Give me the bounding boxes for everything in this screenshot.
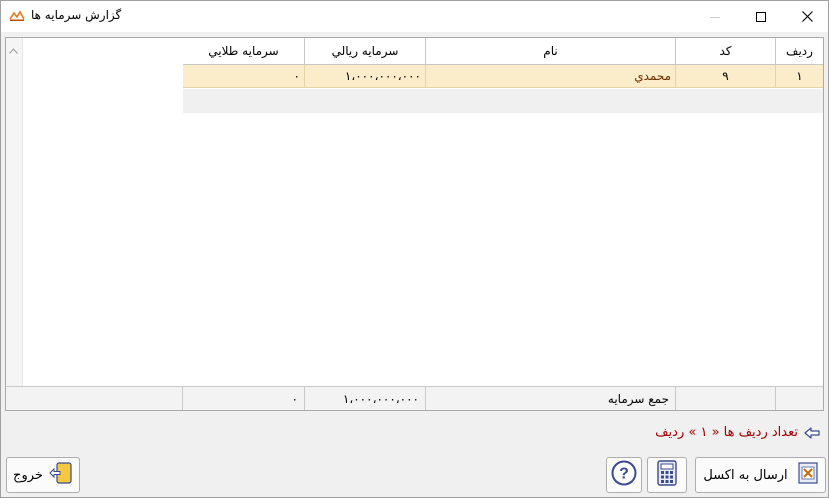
cell-name[interactable]: محمدي: [426, 65, 676, 88]
exit-label: خروج: [13, 467, 43, 483]
footer-empty: [6, 387, 183, 410]
minimize-icon: [710, 12, 720, 22]
maximize-button[interactable]: [738, 1, 784, 32]
close-icon: [801, 11, 813, 22]
excel-label: ارسال به اکسل: [703, 467, 788, 483]
footer-label: جمع سرمايه: [426, 387, 676, 410]
vertical-scrollbar[interactable]: [6, 38, 23, 408]
svg-text:?: ?: [619, 466, 629, 483]
report-window: گزارش سرمايه ها سرمايه طلايي سرمايه ريال…: [0, 0, 829, 498]
cell-row-number[interactable]: ١: [776, 65, 823, 88]
cell-code[interactable]: ٩: [676, 65, 776, 88]
column-header-name[interactable]: نام: [426, 38, 676, 65]
column-header-row[interactable]: رديف: [776, 38, 823, 65]
row-count-text: تعداد رديف ها « ١ » رديف: [655, 425, 798, 440]
calculator-button[interactable]: [647, 457, 687, 493]
help-icon: ?: [611, 460, 637, 490]
grid-empty-area: [23, 38, 183, 386]
column-header-rial[interactable]: سرمايه ريالي: [305, 38, 426, 65]
footer-rial-total: ١،٠٠٠،٠٠٠،٠٠٠: [305, 387, 426, 410]
footer-gold-total: ٠: [183, 387, 305, 410]
column-header-gold[interactable]: سرمايه طلايي: [183, 38, 305, 65]
excel-icon: [798, 462, 818, 488]
exit-button[interactable]: خروج: [6, 457, 80, 493]
cell-rial[interactable]: ١،٠٠٠،٠٠٠،٠٠٠: [305, 65, 426, 88]
minimize-button[interactable]: [692, 1, 738, 32]
scroll-up-icon[interactable]: [9, 43, 18, 57]
calculator-icon: [657, 460, 677, 490]
cell-gold[interactable]: ٠: [183, 65, 305, 88]
window-title: گزارش سرمايه ها: [31, 8, 122, 22]
app-logo-icon: [9, 10, 25, 22]
arrow-left-icon: [804, 426, 820, 439]
report-grid[interactable]: سرمايه طلايي سرمايه ريالي نام کد رديف ٠ …: [5, 37, 824, 411]
footer-code-empty: [676, 387, 776, 410]
export-excel-button[interactable]: ارسال به اکسل: [695, 457, 826, 493]
help-button[interactable]: ?: [606, 457, 642, 493]
row-count-status: تعداد رديف ها « ١ » رديف: [652, 425, 820, 440]
new-row-placeholder[interactable]: [183, 89, 823, 113]
exit-door-icon: [49, 462, 73, 488]
close-button[interactable]: [784, 1, 828, 32]
column-header-code[interactable]: کد: [676, 38, 776, 65]
maximize-icon: [756, 11, 766, 22]
totals-footer: ٠ ١،٠٠٠،٠٠٠،٠٠٠ جمع سرمايه: [6, 386, 823, 410]
title-bar: گزارش سرمايه ها: [1, 1, 828, 32]
footer-row-empty: [776, 387, 823, 410]
